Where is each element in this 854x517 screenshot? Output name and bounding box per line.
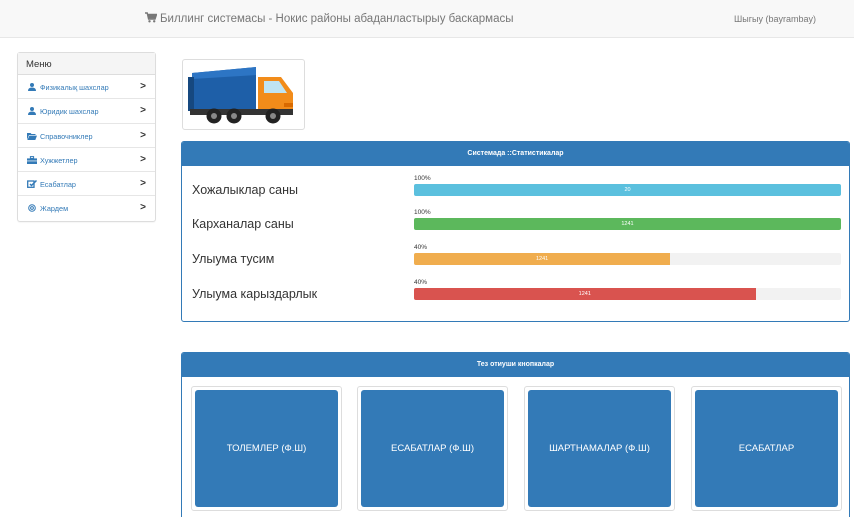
folder-open-icon (27, 132, 37, 140)
sidebar-item-help[interactable]: Жардем > (18, 196, 155, 220)
quick-button-card: ЕСАБАТЛАР (691, 386, 842, 511)
reports-individuals-button[interactable]: ЕСАБАТЛАР (Ф.Ш) (361, 390, 504, 507)
reports-button[interactable]: ЕСАБАТЛАР (695, 390, 838, 507)
stat-percent: 100% (414, 209, 431, 216)
quick-buttons-panel: Тез отиуши кнопкалар ТОЛЕМЛЕР (Ф.Ш) ЕСАБ… (181, 352, 850, 517)
sidebar-item-label: Жардем (40, 204, 69, 214)
sidebar-item-reports[interactable]: Есабатлар > (18, 172, 155, 197)
logout-link[interactable]: Шыгыу (bayrambay) (734, 14, 816, 24)
sidebar-item-label: Хужжетлер (40, 155, 78, 165)
progress-bar: 20 (414, 184, 841, 196)
stat-row-total-income: Улыума тусим 40% 1241 (192, 244, 842, 274)
sidebar-menu: Меню Физикалық шахслар > Юридик шахслар … (17, 52, 156, 222)
shopping-cart-icon (145, 12, 157, 23)
quick-button-card: ТОЛЕМЛЕР (Ф.Ш) (191, 386, 342, 511)
stat-label: Улыума тусим (192, 252, 275, 266)
chevron-right-icon: > (140, 202, 146, 214)
sidebar-item-legal-entities[interactable]: Юридик шахслар > (18, 99, 155, 124)
stat-label: Хожалыклар саны (192, 183, 298, 197)
progress-bar: 1241 (414, 218, 841, 230)
chevron-right-icon: > (140, 81, 146, 92)
chevron-right-icon: > (140, 105, 146, 117)
progress-track: 1241 (414, 253, 841, 265)
progress-track: 1241 (414, 218, 841, 230)
stat-row-total-debt: Улыума карыздарлык 40% 1241 (192, 279, 842, 309)
stat-label: Карханалар саны (192, 217, 294, 231)
statistics-panel-title: Системада ::Статистикалар (182, 142, 849, 166)
stat-percent: 40% (414, 244, 428, 251)
sidebar-title: Меню (18, 53, 155, 75)
stat-row-enterprises: Карханалар саны 100% 1241 (192, 209, 842, 239)
app-title: Биллинг системасы - Нокис районы абаданл… (160, 13, 514, 25)
chevron-right-icon: > (140, 129, 146, 141)
sidebar-item-directories[interactable]: Справочниклер > (18, 124, 155, 148)
garbage-truck-icon (188, 67, 293, 124)
sidebar-item-label: Физикалық шахслар (40, 83, 109, 92)
payments-button[interactable]: ТОЛЕМЛЕР (Ф.Ш) (195, 390, 338, 507)
stat-label: Улыума карыздарлык (192, 287, 318, 301)
sidebar-item-label: Есабатлар (40, 180, 76, 190)
quick-button-card: ШАРТНАМАЛАР (Ф.Ш) (524, 386, 675, 511)
stat-row-households: Хожалыклар саны 100% 20 (192, 175, 842, 205)
briefcase-icon (27, 155, 37, 164)
logo-thumbnail (182, 59, 305, 130)
chevron-right-icon: > (140, 153, 146, 165)
sidebar-item-individuals[interactable]: Физикалық шахслар > (18, 75, 155, 100)
sidebar-item-documents[interactable]: Хужжетлер > (18, 148, 155, 173)
stat-percent: 40% (414, 279, 428, 286)
contracts-button[interactable]: ШАРТНАМАЛАР (Ф.Ш) (528, 390, 671, 507)
statistics-panel: Системада ::Статистикалар Хожалыклар сан… (181, 141, 850, 322)
sidebar-item-label: Справочниклер (40, 131, 93, 141)
progress-bar: 1241 (414, 288, 756, 300)
sidebar-item-label: Юридик шахслар (40, 107, 99, 117)
user-icon (28, 83, 36, 91)
stat-percent: 100% (414, 175, 431, 182)
progress-bar: 1241 (414, 253, 671, 265)
user-icon (28, 107, 36, 116)
chevron-right-icon: > (140, 178, 146, 190)
quick-button-card: ЕСАБАТЛАР (Ф.Ш) (357, 386, 508, 511)
brand-link[interactable]: Биллинг системасы - Нокис районы абаданл… (145, 12, 514, 25)
progress-track: 1241 (414, 288, 841, 300)
edit-icon (27, 180, 37, 189)
top-navbar: Биллинг системасы - Нокис районы абаданл… (0, 0, 854, 38)
progress-track: 20 (414, 184, 841, 196)
support-icon (28, 204, 36, 213)
quick-buttons-panel-title: Тез отиуши кнопкалар (182, 353, 849, 377)
